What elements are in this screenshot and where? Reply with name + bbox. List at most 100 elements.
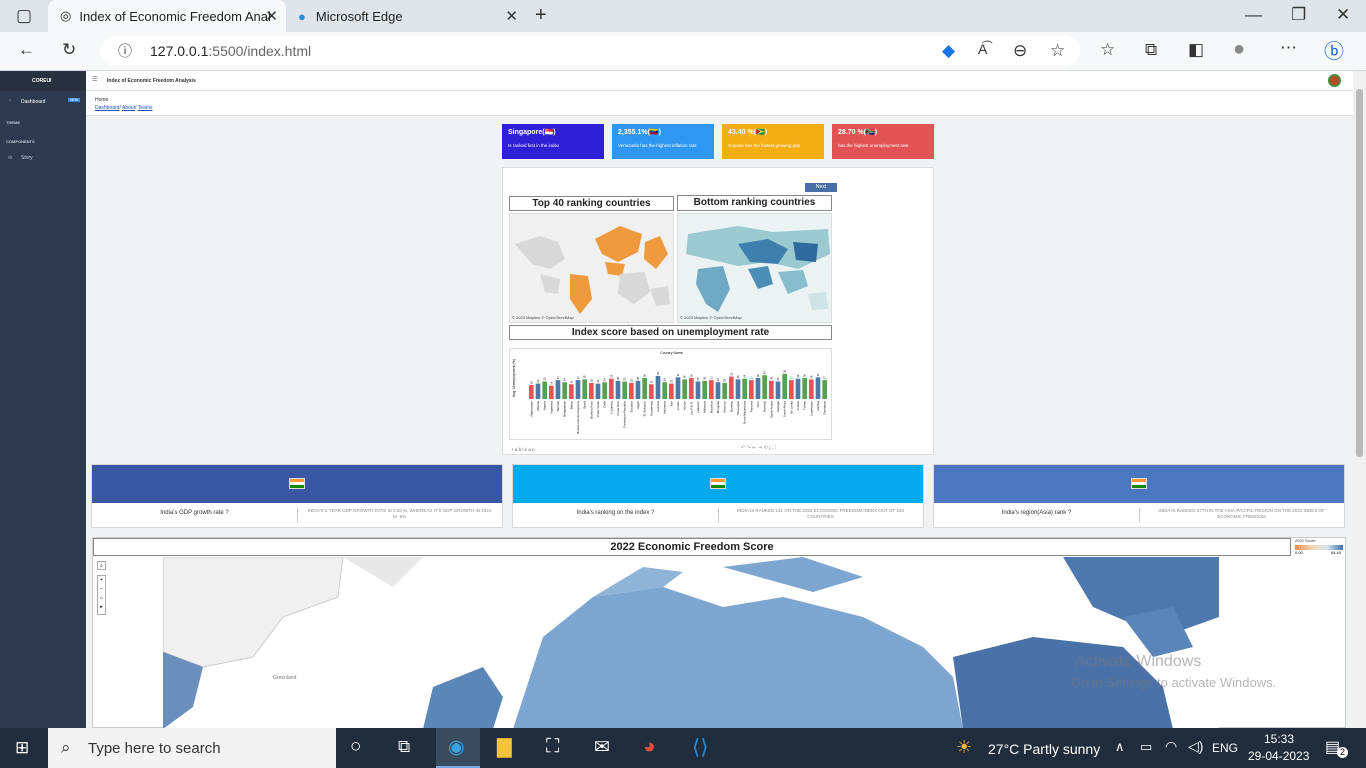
bar[interactable]	[609, 378, 614, 399]
bar[interactable]	[815, 377, 821, 399]
tab-microsoft-edge[interactable]: ● Microsoft Edge ✕	[288, 0, 526, 32]
restore-icon[interactable]: ❐	[1291, 5, 1306, 25]
battery-icon[interactable]: ▭	[1140, 739, 1152, 755]
link-dashboard[interactable]: Dashboard	[95, 105, 119, 111]
refresh-icon[interactable]: ↻	[62, 40, 76, 60]
task-view-icon[interactable]: ⧉	[398, 737, 410, 757]
breadcrumb-home[interactable]: Home	[95, 97, 108, 103]
volume-icon[interactable]: ◁)	[1188, 738, 1203, 755]
bar[interactable]	[655, 375, 661, 399]
add-favorite-icon[interactable]: ☆	[1050, 41, 1065, 61]
clock-time[interactable]: 15:33	[1264, 732, 1294, 746]
language-indicator[interactable]: ENG	[1212, 741, 1238, 755]
clock-date[interactable]: 29-04-2023	[1248, 749, 1309, 763]
close-tab-icon[interactable]: ✕	[265, 7, 278, 25]
bar[interactable]	[602, 382, 607, 399]
tab-economic-freedom[interactable]: ◎ Index of Economic Freedom Anal ✕	[48, 0, 286, 32]
bar[interactable]	[695, 381, 701, 400]
bar[interactable]	[809, 379, 814, 399]
zoom-in-icon[interactable]: + − ⌂ ▸	[97, 575, 106, 615]
tab-actions-icon[interactable]: ▢	[16, 6, 32, 26]
bar[interactable]	[762, 375, 767, 399]
page-scrollbar[interactable]	[1353, 71, 1366, 728]
weather-text[interactable]: 27°C Partly sunny	[988, 741, 1100, 757]
bar[interactable]	[662, 382, 667, 399]
weather-icon[interactable]: ☀	[956, 737, 972, 758]
close-tab-icon[interactable]: ✕	[505, 7, 518, 25]
bar[interactable]	[589, 382, 594, 399]
taskbar-edge-app[interactable]: ◉	[436, 728, 480, 768]
windows-start-icon[interactable]: ⊞	[15, 738, 29, 758]
bar[interactable]	[735, 379, 741, 399]
bar[interactable]	[629, 382, 634, 399]
bar[interactable]	[782, 373, 787, 399]
profile-avatar-icon[interactable]: ●	[1233, 38, 1245, 61]
zoom-out-icon[interactable]: ⊖	[1013, 41, 1027, 61]
bar[interactable]	[675, 377, 681, 399]
unemployment-chart[interactable]: Country Name Avg. Unemployment (%) 20 Afgha…	[509, 348, 832, 440]
bar[interactable]	[682, 379, 687, 399]
bar[interactable]	[722, 382, 727, 399]
menu-toggle-icon[interactable]: ☰	[92, 76, 97, 83]
close-window-icon[interactable]: ✕	[1336, 5, 1350, 25]
bar[interactable]	[709, 380, 714, 399]
bar[interactable]	[642, 378, 647, 399]
vscode-icon[interactable]: ⟨⟩	[692, 735, 708, 760]
bar[interactable]	[622, 381, 627, 400]
bar[interactable]	[575, 380, 581, 399]
bottom-ranking-map[interactable]: © 2023 Mapbox © OpenStreetMap	[677, 213, 832, 323]
mail-icon[interactable]: ✉	[594, 736, 610, 759]
bar[interactable]	[749, 380, 754, 399]
tray-overflow-icon[interactable]: ∧	[1115, 739, 1125, 755]
bar[interactable]	[775, 381, 781, 400]
bar[interactable]	[549, 385, 554, 399]
bar[interactable]	[789, 380, 794, 399]
bar[interactable]	[689, 378, 694, 399]
back-icon[interactable]: ←	[18, 40, 35, 60]
split-screen-icon[interactable]: ◧	[1188, 40, 1204, 60]
store-icon[interactable]: ⛶	[546, 736, 559, 758]
bar[interactable]	[615, 380, 621, 399]
url-field[interactable]: ⓘ 127.0.0.1:5500/index.html ◆ A͡ ⊖ ☆	[100, 36, 1080, 66]
collections-icon[interactable]: ⧉	[1145, 40, 1157, 60]
bar[interactable]	[649, 384, 654, 399]
bar[interactable]	[702, 380, 707, 399]
bar[interactable]	[635, 380, 641, 399]
bar[interactable]	[802, 378, 807, 399]
sidebar-item-story[interactable]: Story	[21, 155, 33, 161]
map-controls[interactable]: ⌕ + − ⌂ ▸	[97, 561, 106, 615]
chrome-icon[interactable]: ◕	[643, 735, 656, 759]
bar[interactable]	[729, 376, 734, 399]
file-explorer-icon[interactable]: ▇	[497, 736, 512, 759]
shopping-tag-icon[interactable]: ◆	[942, 41, 955, 61]
cortana-icon[interactable]: ○	[350, 736, 361, 758]
link-teams[interactable]: Teams	[138, 105, 153, 111]
new-tab-icon[interactable]: +	[535, 4, 547, 27]
taskbar-search-field[interactable]: ⌕ Type here to search	[48, 728, 336, 768]
wifi-icon[interactable]: ◠	[1165, 738, 1177, 755]
bar[interactable]	[542, 381, 547, 400]
site-info-icon[interactable]: ⓘ	[118, 41, 132, 61]
bar[interactable]	[595, 383, 601, 399]
bar[interactable]	[562, 382, 567, 399]
next-button[interactable]: Next	[805, 183, 837, 192]
search-map-icon[interactable]: ⌕	[97, 561, 106, 570]
bar[interactable]	[555, 380, 561, 399]
bar[interactable]	[569, 384, 574, 399]
bar[interactable]	[582, 379, 587, 399]
sidebar-item-dashboard[interactable]: Dashboard	[21, 99, 45, 105]
bar[interactable]	[669, 383, 674, 399]
favorites-icon[interactable]: ☆	[1100, 40, 1115, 60]
bar[interactable]	[742, 378, 747, 399]
bar[interactable]	[755, 378, 761, 399]
read-aloud-icon[interactable]: A͡	[978, 41, 987, 57]
tableau-toolbar-icons[interactable]: ↶ ↷ ⇤ ⇥ ⟲ ⤓ ⛶	[741, 445, 776, 451]
economic-freedom-map[interactable]: 2022 Economic Freedom Score 2022 Score 0…	[92, 537, 1346, 728]
bar[interactable]	[529, 385, 534, 399]
bar[interactable]	[769, 380, 774, 399]
bar[interactable]	[715, 382, 721, 399]
more-options-icon[interactable]: ⋯	[1280, 38, 1297, 58]
bar[interactable]	[822, 380, 827, 399]
bar[interactable]	[795, 378, 801, 399]
minimize-icon[interactable]: —	[1245, 5, 1262, 25]
